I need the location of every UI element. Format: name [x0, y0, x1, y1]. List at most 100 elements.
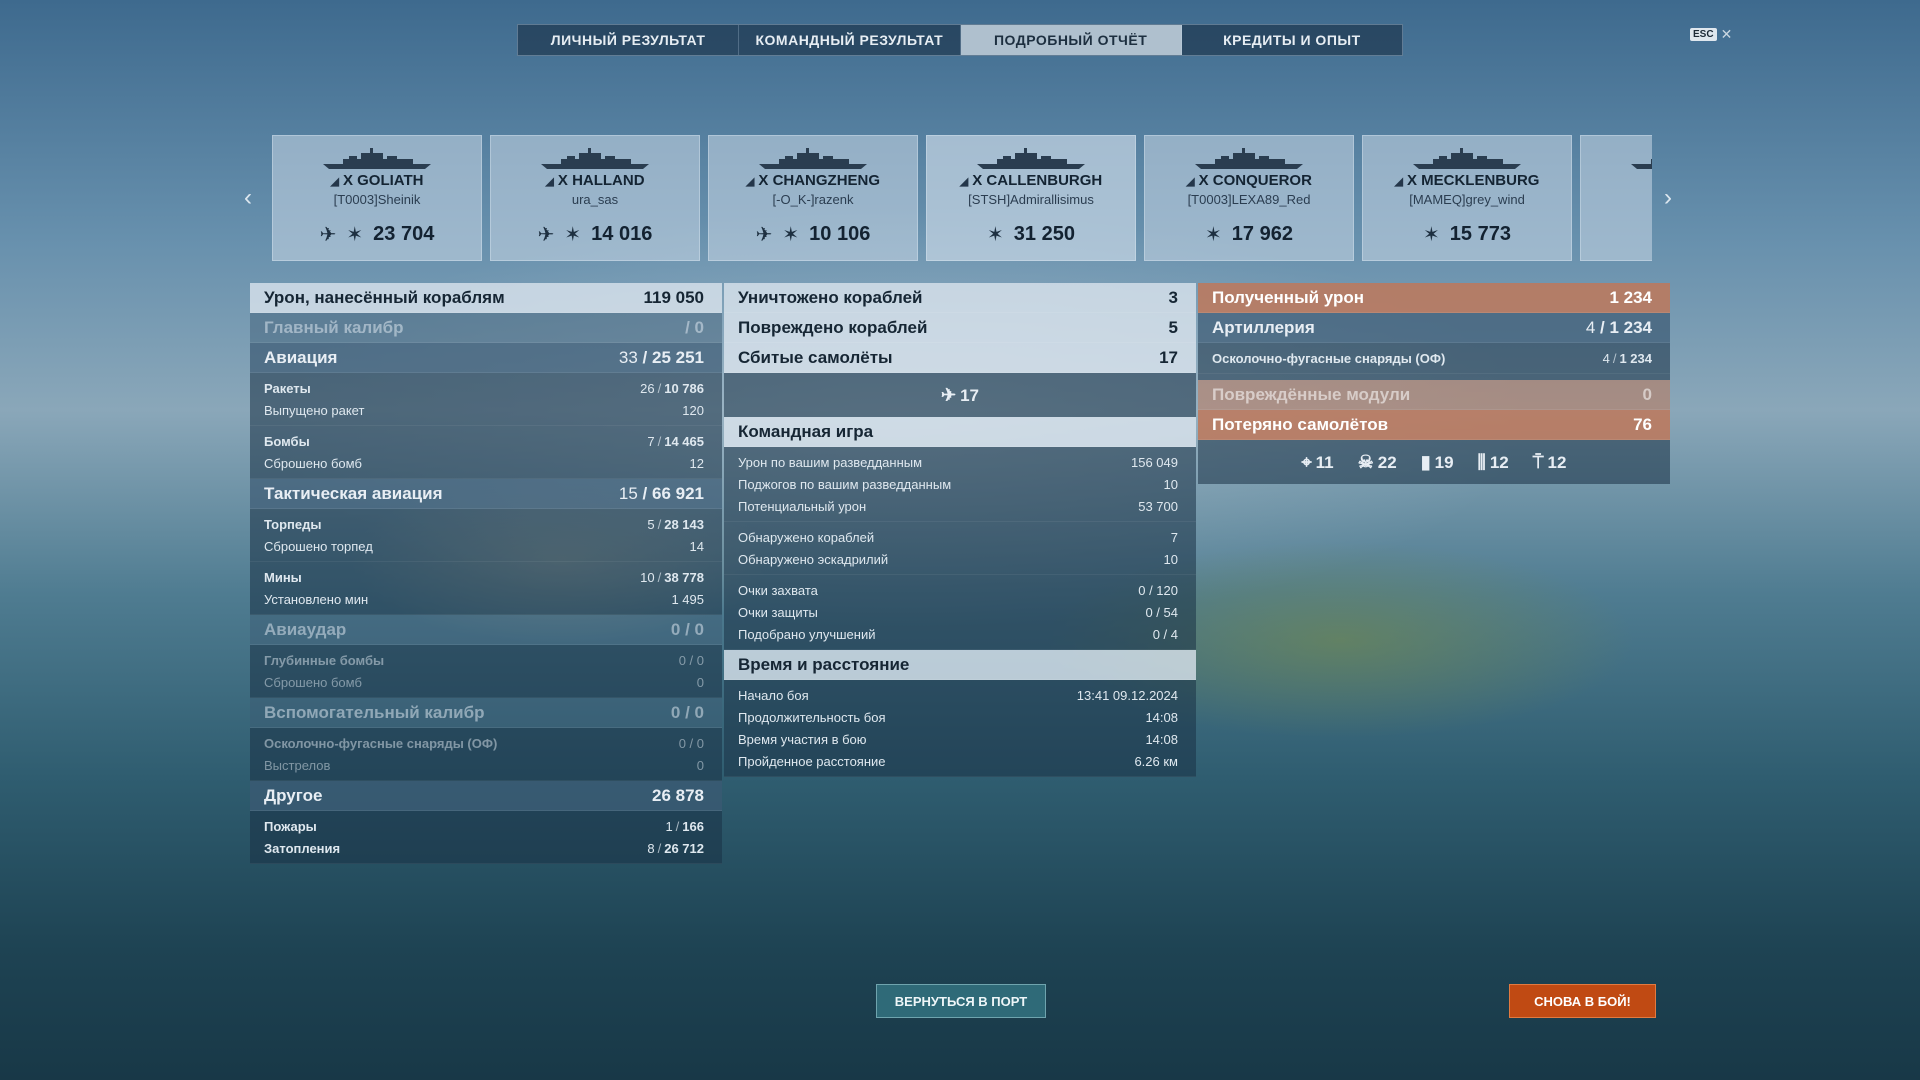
rocket-icon: ⫼ [1477, 451, 1486, 472]
torpedoes-group: Торпеды 5/28 143 Сброшено торпед 14 [250, 509, 722, 562]
player-name: [-O_K-]razenk [772, 192, 854, 207]
aircraft-icon: ✈ [755, 224, 773, 246]
tab-credits-xp[interactable]: КРЕДИТЫ И ОПЫТ [1182, 25, 1402, 55]
planes-shot-down-row: Сбитые самолёты 17 [724, 343, 1196, 373]
damage-icon: ✶ [1423, 224, 1440, 246]
airstrike-header: Авиаудар 0 / 0 [250, 615, 722, 645]
player-name: [T0003]Sheinik [333, 192, 421, 207]
carousel-next-arrow-icon[interactable]: › [1664, 184, 1672, 212]
ship-name: ◢ X MECKLENBURG [1394, 172, 1540, 189]
planes-lost-row: Потеряно самолётов 76 [1198, 410, 1670, 440]
battle-again-button[interactable]: СНОВА В БОЙ! [1509, 984, 1656, 1018]
damage-dealt-header: Урон, нанесённый кораблям 119 050 [250, 283, 722, 313]
team-points-group: Очки захвата 0 / 120 Очки защиты 0 / 54 По… [724, 575, 1196, 650]
nation-flag-icon: ◢ [745, 176, 755, 188]
secondary-he-group: Осколочно-фугасные снаряды (ОФ) 0 / 0 Выс… [250, 728, 722, 781]
main-battery-row: Главный калибр/ 0 [250, 313, 722, 343]
damage-icon: ✶ [564, 224, 582, 246]
ship-silhouette-icon [1195, 148, 1303, 169]
secondary-battery-header: Вспомогательный калибр 0 / 0 [250, 698, 722, 728]
bomb-icon: ▮ [1420, 451, 1431, 472]
ship-damage: 17 962 [1231, 223, 1293, 245]
ship-card[interactable]: ◢ X CHANGZHENG [-O_K-]razenk ✈ ✶ 10 106 [708, 135, 918, 261]
time-distance-header: Время и расстояние [724, 650, 1196, 680]
ship-name: ◢ X HALLAND [545, 172, 645, 189]
damage-received-panel: Полученный урон 1 234 Артиллерия 4 / 1 234… [1198, 283, 1670, 484]
tab-detailed-report[interactable]: ПОДРОБНЫЙ ОТЧЁТ [960, 25, 1182, 55]
other-group: Пожары 1/166 Затопления 8/26 712 [250, 811, 722, 864]
player-name: [MAMEQ]grey_wind [1409, 192, 1525, 207]
ships-damaged-row: Повреждено кораблей 5 [724, 313, 1196, 343]
received-he-group: Осколочно-фугасные снаряды (ОФ) 4/1 234 [1198, 343, 1670, 374]
ship-card[interactable]: ◢ X MECKLENBURG [MAMEQ]grey_wind ✶ 15 773 [1362, 135, 1572, 261]
ship-name: ◢ X CALLENBURGH [959, 172, 1103, 189]
ship-damage: 15 773 [1449, 223, 1511, 245]
planes-lost-stat: ☠ 22 [1357, 451, 1397, 472]
esc-close-button[interactable]: ESC ✕ [1690, 26, 1732, 43]
other-header: Другое 26 878 [250, 781, 722, 811]
team-detection-group: Обнаружено кораблей 7 Обнаружено эскадрил… [724, 522, 1196, 575]
planes-lost-icons: ⌖ 11 ☠ 22 ▮ 19 ⫼ 12 ⍑ 12 [1198, 440, 1670, 484]
planes-shot-down-icons: ✈ 17 [724, 373, 1196, 417]
ship-silhouette-icon [1413, 148, 1521, 169]
ship-name: ◢ X CHANGZHENG [745, 172, 881, 189]
player-name: [T0003]LEXA89_Red [1187, 192, 1311, 207]
aircraft-icon: ✈ [537, 224, 555, 246]
depth-charges-group: Глубинные бомбы 0 / 0 Сброшено бомб 0 [250, 645, 722, 698]
player-name: ura_sas [571, 192, 619, 207]
damage-icon: ✶ [346, 224, 364, 246]
ship-card[interactable]: ◢ X CALLENBURGH [STSH]Admirallisimus ✶ 31 25… [926, 135, 1136, 261]
planes-lost-stat: ⫼ 12 [1477, 451, 1509, 472]
rockets-group: Ракеты 26/10 786 Выпущено ракет 120 [250, 373, 722, 426]
ship-carousel: ◢ X GOLIATH [T0003]Sheinik ✈ ✶ 23 704 ◢ X HALLA… [272, 135, 1652, 261]
aircraft-icon: ✈ [319, 224, 337, 246]
tab-team-result[interactable]: КОМАНДНЫЙ РЕЗУЛЬТАТ [739, 25, 961, 55]
return-to-port-button[interactable]: ВЕРНУТЬСЯ В ПОРТ [876, 984, 1046, 1018]
mine-icon: ⍑ [1532, 451, 1544, 472]
esc-key: ESC [1690, 28, 1717, 41]
bombs-group: Бомбы 7/14 465 Сброшено бомб 12 [250, 426, 722, 479]
player-name: [STSH]Admirallisimus [968, 192, 1094, 207]
damage-dealt-panel: Урон, нанесённый кораблям 119 050 Главный… [250, 283, 722, 864]
aviation-header: Авиация 33 / 25 251 [250, 343, 722, 373]
damaged-modules-row: Повреждённые модули 0 [1198, 380, 1670, 410]
nation-flag-icon: ◢ [1394, 176, 1403, 188]
crosshair-icon: ⌖ [1301, 451, 1312, 472]
nation-flag-icon: ◢ [959, 176, 969, 188]
tab-personal-result[interactable]: ЛИЧНЫЙ РЕЗУЛЬТАТ [518, 25, 740, 55]
ship-damage: 10 106 [809, 223, 871, 245]
ships-destroyed-row: Уничтожено кораблей 3 [724, 283, 1196, 313]
ship-card[interactable]: ◢ X GOLIATH [T0003]Sheinik ✈ ✶ 23 704 [272, 135, 482, 261]
result-tabs: ЛИЧНЫЙ РЕЗУЛЬТАТ КОМАНДНЫЙ РЕЗУЛЬТАТ ПОД… [517, 24, 1403, 56]
ship-name: ◢ X CONQUEROR [1186, 172, 1312, 189]
ship-silhouette-icon [541, 148, 649, 169]
ship-damage: 31 250 [1013, 223, 1075, 245]
damage-icon: ✶ [987, 224, 1004, 246]
team-spotting-group: Урон по вашим разведданным 156 049 Поджог… [724, 447, 1196, 522]
planes-lost-stat: ▮ 19 [1420, 451, 1454, 472]
ship-silhouette-icon [759, 148, 867, 169]
damage-received-header: Полученный урон 1 234 [1198, 283, 1670, 313]
aircraft-icon: ✈ [940, 384, 957, 405]
ship-damage: 14 016 [591, 223, 653, 245]
artillery-row: Артиллерия 4 / 1 234 [1198, 313, 1670, 343]
team-play-header: Командная игра [724, 417, 1196, 447]
close-icon: ✕ [1720, 26, 1733, 42]
ship-card[interactable]: ◢ X HALLAND ura_sas ✈ ✶ 14 016 [490, 135, 700, 261]
damage-icon: ✶ [782, 224, 800, 246]
carousel-prev-arrow-icon[interactable]: ‹ [244, 184, 252, 212]
ship-card[interactable]: ◢ X CONQUEROR [T0003]LEXA89_Red ✶ 17 962 [1144, 135, 1354, 261]
ship-card-partial[interactable] [1580, 135, 1652, 261]
nation-flag-icon: ◢ [545, 176, 554, 188]
nation-flag-icon: ◢ [330, 176, 339, 188]
ship-damage: 23 704 [373, 223, 435, 245]
planes-lost-stat: ⌖ 11 [1301, 451, 1334, 472]
time-distance-group: Начало боя 13:41 09.12.2024 Продолжительн… [724, 680, 1196, 777]
nation-flag-icon: ◢ [1186, 176, 1195, 188]
ships-and-team-panel: Уничтожено кораблей 3 Повреждено кораблей… [724, 283, 1196, 777]
ship-silhouette-icon [323, 148, 431, 169]
skull-icon: ☠ [1357, 451, 1374, 472]
damage-icon: ✶ [1205, 224, 1222, 246]
mines-group: Мины 10/38 778 Установлено мин 1 495 [250, 562, 722, 615]
planes-lost-stat: ⍑ 12 [1532, 451, 1567, 472]
